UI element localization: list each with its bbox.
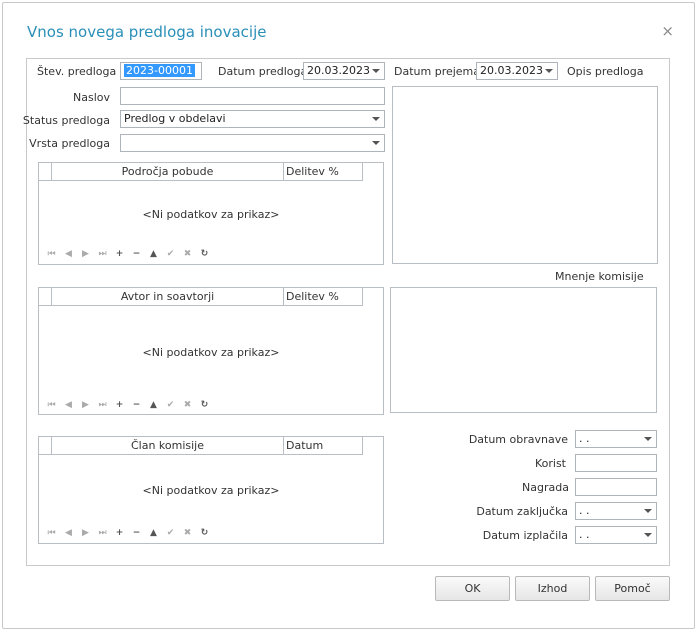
dialog-title: Vnos novega predloga inovacije [27, 23, 267, 41]
last-page-icon[interactable]: ⏭ [94, 399, 111, 411]
chevron-down-icon [545, 69, 553, 73]
datum-izplacila-label: Datum izplačila [482, 529, 568, 542]
up-triangle-icon[interactable]: ▲ [145, 527, 162, 539]
x-icon[interactable]: ✖ [179, 248, 196, 260]
pomoc-button[interactable]: Pomoč [595, 576, 670, 601]
last-page-icon[interactable]: ⏭ [94, 248, 111, 260]
datum-obravnave-value: . . [579, 432, 590, 445]
nagrada-input[interactable] [575, 478, 657, 496]
opis-predloga-textarea[interactable] [392, 86, 658, 264]
datum-predloga-dropdown[interactable]: 20.03.2023 [303, 62, 385, 80]
status-predloga-label: Status predloga [22, 114, 110, 127]
grid-empty-text: <Ni podatkov za prikaz> [142, 484, 280, 497]
naslov-input[interactable] [120, 87, 385, 105]
datum-zakljucka-label: Datum zaključka [476, 505, 568, 518]
chevron-down-icon [644, 533, 652, 537]
ok-button[interactable]: OK [435, 576, 510, 601]
prev-page-icon[interactable]: ◀ [60, 399, 77, 411]
grid-empty-text: <Ni podatkov za prikaz> [142, 346, 280, 359]
grid-column-header[interactable]: Delitev % [283, 163, 363, 180]
plus-icon[interactable]: + [111, 399, 128, 411]
datum-prejema-label: Datum prejema [394, 65, 481, 78]
chevron-down-icon [372, 117, 380, 121]
datum-obravnave-label: Datum obravnave [468, 433, 568, 446]
korist-input[interactable] [575, 454, 657, 472]
vrsta-predloga-dropdown[interactable] [120, 134, 385, 152]
izhod-button[interactable]: Izhod [515, 576, 590, 601]
grid-column-header[interactable]: Datum [283, 437, 363, 454]
up-triangle-icon[interactable]: ▲ [145, 248, 162, 260]
grid-header: Član komisije Datum [39, 437, 363, 455]
korist-label: Korist [534, 457, 566, 470]
datum-prejema-dropdown[interactable]: 20.03.2023 [476, 62, 558, 80]
close-icon[interactable]: × [661, 24, 674, 39]
datum-predloga-label: Datum predloga [218, 65, 308, 78]
prev-page-icon[interactable]: ◀ [60, 248, 77, 260]
nagrada-label: Nagrada [522, 481, 569, 494]
grid-navigator: ⏮ ◀ ▶ ⏭ + − ▲ ✔ ✖ ↻ [43, 399, 213, 411]
first-page-icon[interactable]: ⏮ [43, 399, 60, 411]
chevron-down-icon [644, 509, 652, 513]
podrocja-pobude-grid: Področja pobude Delitev % <Ni podatkov z… [38, 162, 384, 265]
grid-header: Avtor in soavtorji Delitev % [39, 288, 363, 306]
datum-izplacila-value: . . [579, 528, 590, 541]
refresh-icon[interactable]: ↻ [196, 527, 213, 539]
naslov-label: Naslov [73, 91, 110, 104]
minus-icon[interactable]: − [128, 248, 145, 260]
datum-obravnave-dropdown[interactable]: . . [575, 430, 657, 448]
plus-icon[interactable]: + [111, 248, 128, 260]
next-page-icon[interactable]: ▶ [77, 399, 94, 411]
stev-predloga-label: Štev. predloga [37, 65, 117, 78]
datum-zakljucka-value: . . [579, 504, 590, 517]
grid-column-header[interactable]: Član komisije [51, 437, 283, 454]
first-page-icon[interactable]: ⏮ [43, 248, 60, 260]
grid-header: Področja pobude Delitev % [39, 163, 363, 181]
grid-column-header[interactable]: Avtor in soavtorji [51, 288, 283, 305]
mnenje-komisije-textarea[interactable] [390, 287, 657, 413]
chevron-down-icon [372, 69, 380, 73]
chevron-down-icon [372, 141, 380, 145]
x-icon[interactable]: ✖ [179, 527, 196, 539]
avtor-soavtorji-grid: Avtor in soavtorji Delitev % <Ni podatko… [38, 287, 384, 415]
up-triangle-icon[interactable]: ▲ [145, 399, 162, 411]
x-icon[interactable]: ✖ [179, 399, 196, 411]
vrsta-predloga-label: Vrsta predloga [29, 137, 110, 150]
status-predloga-dropdown[interactable]: Predlog v obdelavi [120, 110, 385, 128]
minus-icon[interactable]: − [128, 527, 145, 539]
grid-column-header[interactable]: Področja pobude [51, 163, 283, 180]
grid-empty-text: <Ni podatkov za prikaz> [142, 208, 280, 221]
datum-izplacila-dropdown[interactable]: . . [575, 526, 657, 544]
mnenje-komisije-label: Mnenje komisije [555, 270, 644, 283]
stev-predloga-field[interactable]: 2023-00001 [120, 62, 202, 80]
datum-zakljucka-dropdown[interactable]: . . [575, 502, 657, 520]
grid-column-header[interactable]: Delitev % [283, 288, 363, 305]
check-icon[interactable]: ✔ [162, 399, 179, 411]
first-page-icon[interactable]: ⏮ [43, 527, 60, 539]
next-page-icon[interactable]: ▶ [77, 527, 94, 539]
check-icon[interactable]: ✔ [162, 527, 179, 539]
chevron-down-icon [644, 437, 652, 441]
check-icon[interactable]: ✔ [162, 248, 179, 260]
refresh-icon[interactable]: ↻ [196, 399, 213, 411]
opis-predloga-label: Opis predloga [567, 65, 644, 78]
grid-navigator: ⏮ ◀ ▶ ⏭ + − ▲ ✔ ✖ ↻ [43, 527, 213, 539]
minus-icon[interactable]: − [128, 399, 145, 411]
grid-navigator: ⏮ ◀ ▶ ⏭ + − ▲ ✔ ✖ ↻ [43, 248, 213, 260]
next-page-icon[interactable]: ▶ [77, 248, 94, 260]
datum-predloga-value: 20.03.2023 [307, 64, 370, 77]
plus-icon[interactable]: + [111, 527, 128, 539]
refresh-icon[interactable]: ↻ [196, 248, 213, 260]
last-page-icon[interactable]: ⏭ [94, 527, 111, 539]
status-predloga-value: Predlog v obdelavi [124, 112, 226, 125]
datum-prejema-value: 20.03.2023 [480, 64, 543, 77]
prev-page-icon[interactable]: ◀ [60, 527, 77, 539]
stev-predloga-value: 2023-00001 [124, 64, 195, 77]
clan-komisije-grid: Član komisije Datum <Ni podatkov za prik… [38, 436, 384, 544]
